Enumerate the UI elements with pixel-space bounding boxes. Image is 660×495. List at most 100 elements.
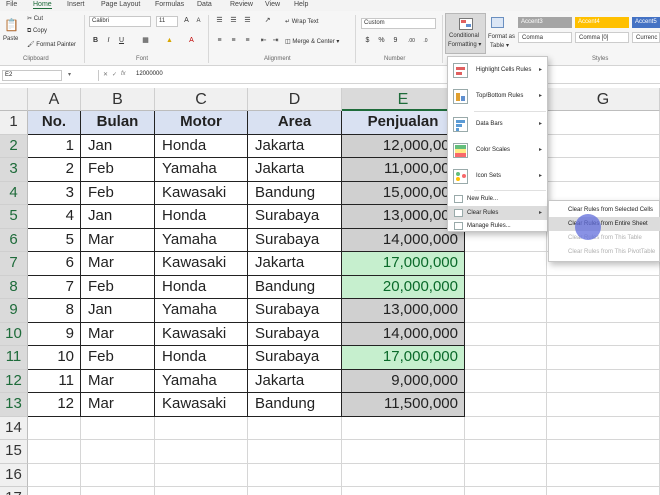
table-cell[interactable]: 9	[28, 322, 81, 346]
clear-rules-entire-sheet[interactable]: Clear Rules from Entire Sheet	[549, 217, 660, 231]
style-comma0[interactable]: Comma [0]	[575, 32, 629, 43]
grid-cell[interactable]	[155, 463, 248, 487]
tab-review[interactable]: Review	[230, 1, 253, 8]
style-accent5[interactable]: Accent5	[632, 17, 660, 28]
table-cell[interactable]: Jan	[81, 299, 155, 323]
wrap-text-button[interactable]: ↵ Wrap Text	[285, 18, 319, 25]
underline-button[interactable]: U	[116, 36, 127, 46]
style-currency[interactable]: Currenc	[632, 32, 660, 43]
tab-view[interactable]: View	[265, 1, 280, 8]
table-cell[interactable]: Mar	[81, 322, 155, 346]
grid-cell[interactable]	[465, 463, 547, 487]
menu-highlight-cells-rules[interactable]: Highlight Cells Rules ▸	[448, 59, 547, 83]
copy-button[interactable]: ⧉ Copy	[27, 28, 47, 35]
column-header-c[interactable]: C	[155, 88, 248, 111]
comma-style-icon[interactable]: 9	[390, 36, 401, 46]
table-cell[interactable]: 10	[28, 346, 81, 370]
row-header-11[interactable]: 11	[0, 346, 28, 370]
style-accent4[interactable]: Accent4	[575, 17, 629, 28]
row-header-14[interactable]: 14	[0, 416, 28, 440]
column-header-b[interactable]: B	[81, 88, 155, 111]
align-top-icon[interactable]: ☰	[214, 16, 225, 26]
tab-insert[interactable]: Insert	[67, 1, 85, 8]
grid-cell[interactable]	[81, 440, 155, 464]
grid-cell[interactable]	[465, 228, 547, 252]
grid-cell[interactable]	[547, 158, 660, 182]
grid-cell[interactable]	[547, 416, 660, 440]
table-cell[interactable]: 7	[28, 275, 81, 299]
confirm-entry-icon[interactable]: ✓	[112, 71, 117, 78]
table-cell[interactable]: Mar	[81, 369, 155, 393]
fill-color-icon[interactable]: ▲	[164, 36, 175, 46]
percent-icon[interactable]: %	[376, 36, 387, 46]
grid-cell[interactable]	[547, 134, 660, 158]
grid-cell[interactable]	[465, 322, 547, 346]
row-header-5[interactable]: 5	[0, 205, 28, 229]
grid-cell[interactable]	[465, 416, 547, 440]
grid-cell[interactable]	[81, 463, 155, 487]
row-header-7[interactable]: 7	[0, 252, 28, 276]
row-header-8[interactable]: 8	[0, 275, 28, 299]
row-header-17[interactable]: 17	[0, 487, 28, 495]
table-cell[interactable]: Bandung	[248, 275, 342, 299]
table-cell[interactable]: Honda	[155, 275, 248, 299]
grid-cell[interactable]	[81, 416, 155, 440]
table-cell[interactable]: Honda	[155, 346, 248, 370]
number-format-select[interactable]: Custom	[361, 18, 436, 29]
table-cell[interactable]: Bandung	[248, 393, 342, 417]
table-cell[interactable]: 17,000,000	[342, 346, 465, 370]
fx-icon[interactable]: fx	[121, 71, 126, 77]
name-box[interactable]: E2	[2, 70, 62, 81]
table-cell[interactable]: 1	[28, 134, 81, 158]
row-header-15[interactable]: 15	[0, 440, 28, 464]
table-cell[interactable]: 17,000,000	[342, 252, 465, 276]
table-cell[interactable]: Feb	[81, 158, 155, 182]
row-header-4[interactable]: 4	[0, 181, 28, 205]
table-cell[interactable]: Yamaha	[155, 299, 248, 323]
table-cell[interactable]: Mar	[81, 393, 155, 417]
grid-cell[interactable]	[28, 416, 81, 440]
tab-file[interactable]: File	[6, 1, 17, 8]
font-name-select[interactable]: Calibri	[89, 16, 151, 27]
grid-cell[interactable]	[342, 440, 465, 464]
table-cell[interactable]: Feb	[81, 346, 155, 370]
select-all-corner[interactable]	[0, 88, 28, 111]
font-size-select[interactable]: 11	[156, 16, 178, 27]
grid-cell[interactable]	[155, 487, 248, 495]
table-cell[interactable]: Surabaya	[248, 205, 342, 229]
table-cell[interactable]: Bandung	[248, 181, 342, 205]
paste-button[interactable]: Paste	[3, 36, 18, 42]
align-left-icon[interactable]: ≡	[214, 36, 225, 46]
table-cell[interactable]: Surabaya	[248, 322, 342, 346]
table-cell[interactable]: 8	[28, 299, 81, 323]
grid-cell[interactable]	[342, 416, 465, 440]
table-cell[interactable]: Kawasaki	[155, 181, 248, 205]
tab-help[interactable]: Help	[294, 1, 308, 8]
grid-cell[interactable]	[342, 463, 465, 487]
tab-home[interactable]: Home	[33, 1, 52, 9]
grid-cell[interactable]	[547, 393, 660, 417]
row-header-16[interactable]: 16	[0, 463, 28, 487]
style-accent3[interactable]: Accent3	[518, 17, 572, 28]
format-as-table-button[interactable]: Format as	[488, 34, 515, 40]
table-cell[interactable]: Yamaha	[155, 228, 248, 252]
column-header-g[interactable]: G	[547, 88, 660, 111]
merge-center-button[interactable]: ◫ Merge & Center ▾	[285, 38, 339, 45]
table-cell[interactable]: Surabaya	[248, 346, 342, 370]
table-cell[interactable]: Kawasaki	[155, 322, 248, 346]
decrease-font-icon[interactable]: A	[193, 16, 204, 26]
clear-rules-selected-cells[interactable]: Clear Rules from Selected Cells	[549, 203, 660, 217]
table-cell[interactable]: 3	[28, 181, 81, 205]
font-color-icon[interactable]: A	[186, 36, 197, 46]
grid-cell[interactable]	[248, 487, 342, 495]
table-cell[interactable]: 2	[28, 158, 81, 182]
table-cell[interactable]: 9,000,000	[342, 369, 465, 393]
column-header-a[interactable]: A	[28, 88, 81, 111]
grid-cell[interactable]	[465, 393, 547, 417]
borders-icon[interactable]: ▦	[140, 36, 151, 46]
row-header-3[interactable]: 3	[0, 158, 28, 182]
menu-clear-rules[interactable]: Clear Rules ▸	[448, 206, 547, 220]
grid-cell[interactable]	[155, 440, 248, 464]
bold-button[interactable]: B	[90, 36, 101, 46]
grid-cell[interactable]	[547, 275, 660, 299]
